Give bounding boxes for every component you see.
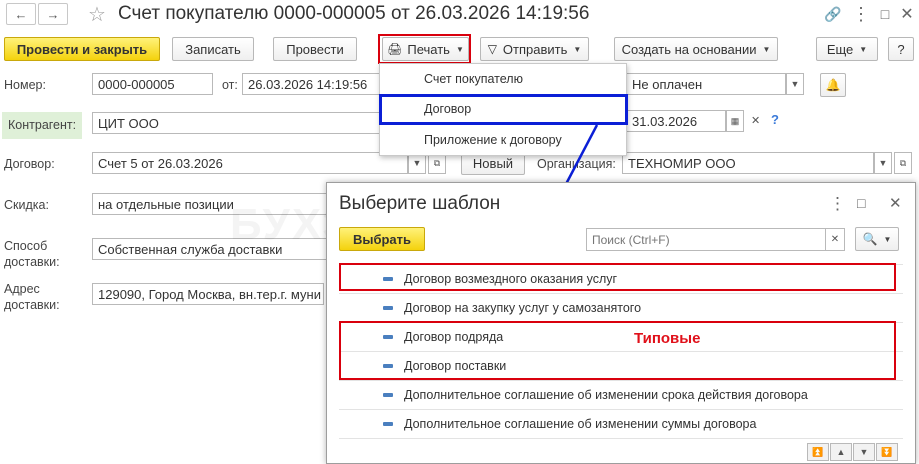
double-down-icon: ⏬ — [881, 446, 893, 457]
down-icon: ▼ — [859, 447, 869, 457]
template-icon — [383, 393, 393, 397]
chevron-down-icon: ▼ — [883, 234, 892, 244]
double-up-icon: ⏫ — [812, 446, 824, 457]
template-name: Дополнительное соглашение об изменении с… — [404, 417, 757, 431]
typical-label: Типовые — [634, 330, 701, 347]
scroll-down-button[interactable]: ▼ — [853, 443, 875, 461]
search-input[interactable] — [586, 228, 826, 251]
template-name: Дополнительное соглашение об изменении с… — [404, 388, 808, 402]
highlight-frame-typical — [339, 321, 896, 380]
template-row[interactable]: Дополнительное соглашение об изменении с… — [339, 381, 905, 409]
template-icon — [383, 306, 393, 310]
template-icon — [383, 422, 393, 426]
maximize-icon[interactable]: □ — [857, 195, 865, 211]
select-button[interactable]: Выбрать — [339, 227, 425, 251]
dialog-title: Выберите шаблон — [339, 193, 501, 214]
close-icon[interactable]: ✕ — [889, 194, 902, 212]
menu-dots-icon[interactable]: ⋮ — [829, 194, 846, 214]
up-icon: ▲ — [836, 447, 846, 457]
scroll-up-button[interactable]: ▲ — [830, 443, 852, 461]
template-dialog: Выберите шаблон ⋮ □ ✕ Выбрать ✕ 🔍 ▼ Дого… — [326, 182, 916, 464]
clear-icon: ✕ — [830, 234, 840, 245]
scroll-last-button[interactable]: ⏬ — [876, 443, 898, 461]
scroll-first-button[interactable]: ⏫ — [807, 443, 829, 461]
row-divider — [339, 438, 903, 439]
template-row[interactable]: Дополнительное соглашение об изменении с… — [339, 410, 905, 438]
search-options-button[interactable]: 🔍 ▼ — [855, 227, 899, 251]
search-icon: 🔍 — [862, 232, 878, 246]
template-name: Договор на закупку услуг у самозанятого — [404, 301, 642, 315]
clear-search-button[interactable]: ✕ — [825, 228, 845, 251]
template-row[interactable]: Договор на закупку услуг у самозанятого — [339, 294, 905, 322]
highlight-frame-first — [339, 263, 896, 291]
